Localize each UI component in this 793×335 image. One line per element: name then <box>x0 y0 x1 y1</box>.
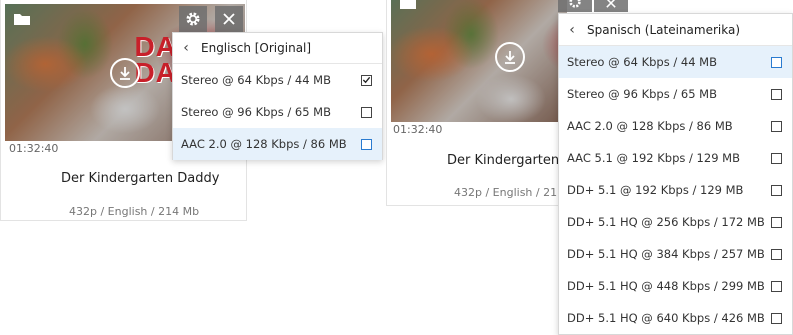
folder-icon[interactable] <box>399 0 417 10</box>
audio-track-header[interactable]: ‹ Spanisch (Lateinamerika) <box>559 14 792 46</box>
close-button[interactable] <box>215 6 243 32</box>
checkbox-icon[interactable] <box>771 248 782 260</box>
audio-track-menu-left: ‹ Englisch [Original] Stereo @ 64 Kbps /… <box>172 32 383 160</box>
checkbox-icon[interactable] <box>361 74 372 86</box>
chevron-left-icon[interactable]: ‹ <box>565 22 579 38</box>
audio-track-header[interactable]: ‹ Englisch [Original] <box>173 33 382 64</box>
audio-option[interactable]: Stereo @ 64 Kbps / 44 MB <box>559 46 792 78</box>
video-meta: 432p / English / 21 <box>454 186 558 199</box>
close-icon <box>606 0 616 8</box>
audio-option[interactable]: DD+ 5.1 HQ @ 384 Kbps / 257 MB <box>559 238 792 270</box>
checkbox-icon[interactable] <box>361 138 372 150</box>
chevron-left-icon[interactable]: ‹ <box>179 40 193 56</box>
folder-icon[interactable] <box>13 12 31 26</box>
checkbox-icon[interactable] <box>771 216 782 228</box>
audio-option[interactable]: AAC 2.0 @ 128 Kbps / 86 MB <box>559 110 792 142</box>
download-icon <box>505 51 515 64</box>
audio-option[interactable]: DD+ 5.1 HQ @ 448 Kbps / 299 MB <box>559 270 792 302</box>
gear-icon <box>569 0 581 8</box>
audio-option[interactable]: AAC 2.0 @ 128 Kbps / 86 MB <box>173 128 382 160</box>
download-button[interactable] <box>495 42 525 72</box>
audio-option[interactable]: DD+ 5.1 HQ @ 256 Kbps / 172 MB <box>559 206 792 238</box>
audio-language-label: Spanisch (Lateinamerika) <box>587 22 741 37</box>
video-duration: 01:32:40 <box>393 123 443 136</box>
audio-language-label: Englisch [Original] <box>201 41 312 55</box>
audio-track-menu-right: ‹ Spanisch (Lateinamerika) Stereo @ 64 K… <box>558 13 793 335</box>
video-duration: 01:32:40 <box>9 142 59 155</box>
video-title: Der Kindergarten Daddy <box>61 171 220 186</box>
checkbox-icon[interactable] <box>771 56 782 68</box>
audio-option[interactable]: Stereo @ 64 Kbps / 44 MB <box>173 64 382 96</box>
checkbox-icon[interactable] <box>771 312 782 324</box>
checkbox-icon[interactable] <box>771 88 782 100</box>
close-button[interactable] <box>594 0 628 12</box>
checkbox-icon[interactable] <box>771 152 782 164</box>
settings-button[interactable] <box>179 6 207 32</box>
audio-option[interactable]: AAC 5.1 @ 192 Kbps / 129 MB <box>559 142 792 174</box>
video-card-right[interactable]: 01:32:40 Der Kindergarten Dad 432p / Eng… <box>386 0 590 206</box>
checkbox-icon[interactable] <box>771 280 782 292</box>
checkbox-icon[interactable] <box>361 106 372 118</box>
video-thumbnail[interactable] <box>391 0 567 122</box>
video-meta: 432p / English / 214 Mb <box>69 205 200 218</box>
settings-button[interactable] <box>558 0 592 12</box>
close-icon <box>223 13 235 25</box>
gear-icon <box>186 12 200 26</box>
download-button[interactable] <box>110 58 140 88</box>
audio-option[interactable]: Stereo @ 96 Kbps / 65 MB <box>173 96 382 128</box>
download-icon <box>120 67 130 80</box>
audio-option[interactable]: DD+ 5.1 HQ @ 640 Kbps / 426 MB <box>559 302 792 334</box>
audio-option[interactable]: DD+ 5.1 @ 192 Kbps / 129 MB <box>559 174 792 206</box>
audio-option[interactable]: Stereo @ 96 Kbps / 65 MB <box>559 78 792 110</box>
checkbox-icon[interactable] <box>771 120 782 132</box>
checkbox-icon[interactable] <box>771 184 782 196</box>
